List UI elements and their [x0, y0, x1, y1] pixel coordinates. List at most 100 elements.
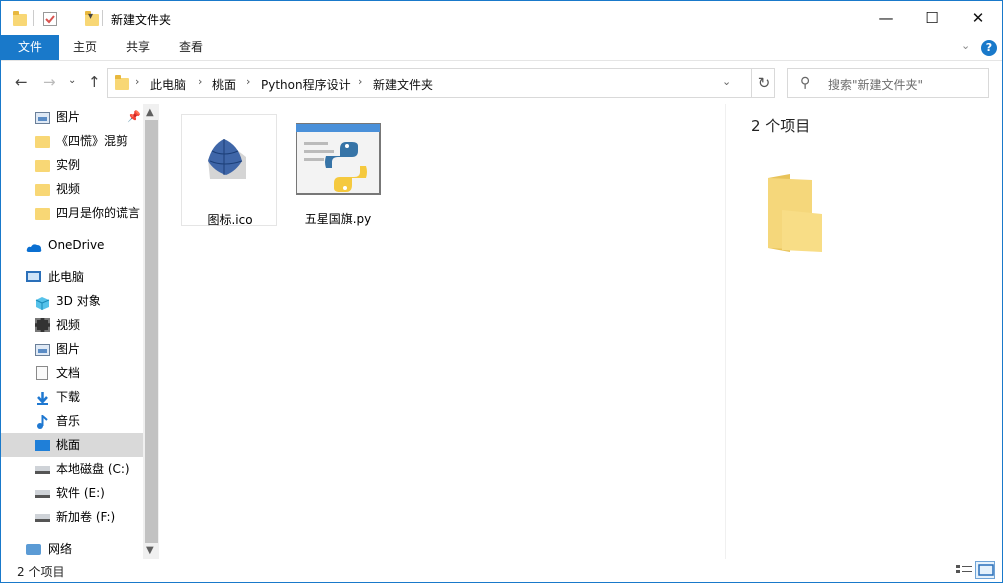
nav-item-folder[interactable]: 实例	[1, 153, 143, 177]
maximize-button[interactable]: ☐	[909, 1, 955, 35]
nav-item-label: 图片	[56, 342, 81, 356]
breadcrumb-this-pc[interactable]: 此电脑	[150, 76, 186, 93]
chevron-right-icon[interactable]: ›	[246, 75, 250, 88]
large-icons-view-button[interactable]	[975, 561, 995, 579]
onedrive-icon	[26, 238, 42, 252]
expand-ribbon-icon[interactable]: ⌄	[961, 39, 970, 52]
nav-item-label: 本地磁盘 (C:)	[56, 462, 130, 476]
breadcrumb-desktop[interactable]: 桃面	[212, 76, 236, 93]
tab-home[interactable]: 主页	[61, 35, 109, 60]
breadcrumb-new-folder[interactable]: 新建文件夹	[373, 76, 433, 93]
nav-item-desktop[interactable]: 桃面	[1, 433, 143, 457]
window-title: 新建文件夹	[111, 13, 172, 27]
refresh-button[interactable]: ↻	[751, 69, 776, 97]
help-icon[interactable]: ?	[981, 40, 997, 56]
explorer-window: ▾ 新建文件夹 — ☐ ✕ 文件 主页 共享 查看 ⌄ ? ← → ⌄ ↑ › …	[0, 0, 1003, 583]
separator	[33, 10, 34, 26]
drive-icon	[35, 490, 50, 498]
scroll-thumb[interactable]	[145, 120, 158, 543]
drive-icon	[35, 514, 50, 522]
up-button[interactable]: ↑	[88, 73, 101, 91]
nav-item-this-pc[interactable]: 此电脑	[1, 265, 143, 289]
nav-item-documents[interactable]: 文档	[1, 361, 143, 385]
pictures-icon	[35, 344, 50, 356]
properties-icon[interactable]	[43, 12, 57, 26]
pin-icon[interactable]: 📌	[127, 105, 141, 129]
nav-item-label: 四月是你的谎言	[56, 206, 141, 220]
nav-item-folder[interactable]: 视频	[1, 177, 143, 201]
nav-item-pictures-quick[interactable]: 图片 📌	[1, 105, 143, 129]
tab-share[interactable]: 共享	[114, 35, 162, 60]
details-view-button[interactable]	[953, 561, 973, 579]
chevron-right-icon[interactable]: ›	[135, 75, 139, 88]
nav-item-drive-c[interactable]: 本地磁盘 (C:)	[1, 457, 143, 481]
folder-icon	[35, 208, 50, 220]
folder-icon	[35, 136, 50, 148]
forward-button[interactable]: →	[43, 73, 56, 91]
folder-icon	[115, 75, 129, 90]
scroll-up-icon[interactable]: ▲	[146, 107, 154, 118]
network-icon	[26, 544, 41, 555]
address-history-icon[interactable]: ⌄	[722, 75, 731, 88]
breadcrumb-python[interactable]: Python程序设计	[261, 76, 351, 93]
preview-pane: 2 个项目	[725, 104, 1000, 559]
nav-item-onedrive[interactable]: OneDrive	[1, 233, 143, 257]
nav-item-label: 下载	[56, 390, 81, 404]
address-bar[interactable]: › 此电脑 › 桃面 › Python程序设计 › 新建文件夹 ⌄ ↻	[107, 68, 775, 98]
music-icon	[35, 413, 50, 429]
nav-item-folder[interactable]: 四月是你的谎言	[1, 201, 143, 225]
drive-icon	[35, 466, 50, 474]
scroll-down-icon[interactable]: ▼	[146, 545, 154, 556]
minimize-button[interactable]: —	[863, 1, 909, 35]
downloads-icon	[35, 390, 50, 405]
tab-file[interactable]: 文件	[1, 35, 59, 60]
nav-item-label: 文档	[56, 366, 81, 380]
nav-scrollbar[interactable]: ▲ ▼	[143, 104, 159, 559]
desktop-icon	[35, 440, 50, 451]
nav-item-music[interactable]: 音乐	[1, 409, 143, 433]
nav-item-label: 视频	[56, 182, 81, 196]
chevron-right-icon[interactable]: ›	[358, 75, 362, 88]
videos-icon	[35, 318, 50, 332]
file-name: 图标.ico	[207, 213, 253, 227]
nav-item-label: 3D 对象	[56, 294, 101, 308]
3d-objects-icon	[35, 294, 50, 310]
tab-view[interactable]: 查看	[167, 35, 215, 60]
nav-item-label: 新加卷 (F:)	[56, 510, 116, 524]
nav-item-label: 软件 (E:)	[56, 486, 105, 500]
preview-scrollbar[interactable]	[994, 104, 1002, 559]
chevron-right-icon[interactable]: ›	[198, 75, 202, 88]
navigation-pane: 图片 📌 《四慌》混剪 实例 视频 四月是你的谎言 OneDrive 此电脑 3…	[1, 104, 159, 559]
file-item[interactable]: 五星国旗.py	[290, 114, 386, 226]
close-button[interactable]: ✕	[955, 1, 1001, 35]
ribbon-tabs: 文件 主页 共享 查看 ⌄ ?	[1, 35, 1002, 61]
nav-item-drive-e[interactable]: 软件 (E:)	[1, 481, 143, 505]
back-button[interactable]: ←	[15, 73, 28, 91]
nav-item-folder[interactable]: 《四慌》混剪	[1, 129, 143, 153]
search-input[interactable]: 搜索"新建文件夹"	[828, 76, 923, 93]
nav-item-label: 音乐	[56, 414, 81, 428]
nav-item-label: 图片	[56, 110, 81, 124]
file-item[interactable]: 图标.ico	[181, 114, 277, 227]
nav-item-3d-objects[interactable]: 3D 对象	[1, 289, 143, 313]
item-count: 2 个项目	[17, 565, 65, 579]
this-pc-icon	[26, 271, 41, 282]
customize-quick-access-icon[interactable]: ▾	[88, 11, 93, 29]
nav-item-downloads[interactable]: 下载	[1, 385, 143, 409]
nav-item-drive-f[interactable]: 新加卷 (F:)	[1, 505, 143, 529]
recent-locations-icon[interactable]: ⌄	[68, 75, 76, 86]
nav-item-label: OneDrive	[48, 238, 105, 252]
nav-item-pictures[interactable]: 图片	[1, 337, 143, 361]
nav-item-videos[interactable]: 视频	[1, 313, 143, 337]
title-bar: ▾ 新建文件夹 — ☐ ✕	[1, 1, 1002, 35]
search-icon: ⚲	[800, 75, 811, 91]
file-list[interactable]: 图标.ico 五星国旗.py	[161, 104, 725, 559]
nav-item-label: 此电脑	[48, 270, 85, 284]
nav-item-network[interactable]: 网络	[1, 537, 143, 561]
nav-item-label: 《四慌》混剪	[56, 134, 129, 148]
search-box[interactable]: ⚲ 搜索"新建文件夹"	[787, 68, 989, 98]
separator	[102, 10, 103, 26]
nav-item-label: 实例	[56, 158, 81, 172]
documents-icon	[36, 366, 48, 380]
pictures-icon	[35, 112, 50, 124]
